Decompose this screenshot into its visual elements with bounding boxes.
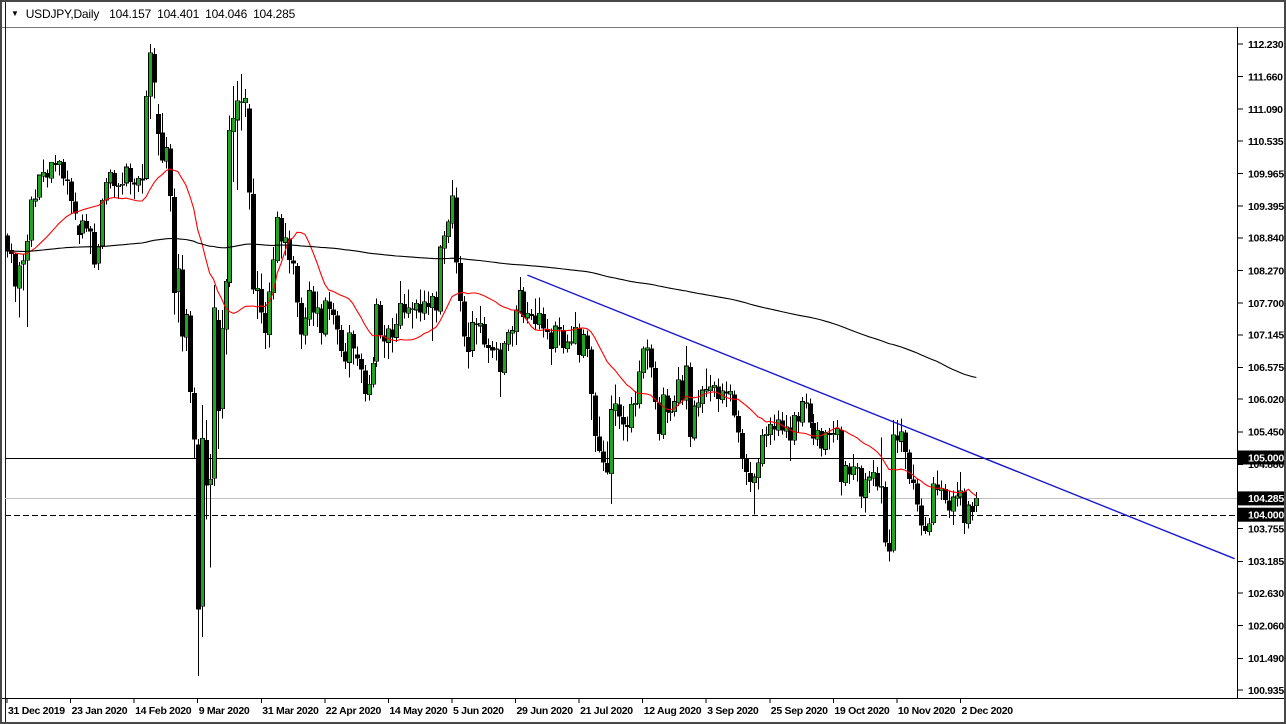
ohlc-open-value: 104.157 <box>109 7 152 21</box>
price-tick-label: 103.185 <box>1248 556 1284 568</box>
price-tick-label: 106.020 <box>1248 394 1284 406</box>
date-tick-label: 12 Aug 2020 <box>644 705 702 717</box>
price-tick-label: 108.840 <box>1248 233 1284 245</box>
price-tick-label: 111.660 <box>1248 71 1283 83</box>
ohlc-low-value: 104.046 <box>205 7 248 21</box>
date-tick-label: 29 Jun 2020 <box>517 705 574 717</box>
date-tick-label: 14 Feb 2020 <box>135 705 192 717</box>
date-tick-label: 31 Dec 2019 <box>8 705 65 717</box>
price-tick-label: 108.270 <box>1248 265 1284 277</box>
date-tick-label: 21 Jul 2020 <box>580 705 633 717</box>
price-tick-label: 112.230 <box>1248 39 1284 51</box>
date-tick-label: 22 Apr 2020 <box>326 705 382 717</box>
date-tick-label: 23 Jan 2020 <box>72 705 128 717</box>
date-tick-label: 31 Mar 2020 <box>262 705 319 717</box>
date-tick-label: 19 Oct 2020 <box>834 705 890 717</box>
date-tick-label: 2 Dec 2020 <box>962 705 1014 717</box>
date-tick-label: 14 May 2020 <box>389 705 447 717</box>
price-tick-label: 105.450 <box>1248 427 1284 439</box>
price-badge-label: 105.000 <box>1248 452 1284 464</box>
ohlc-close-value: 104.285 <box>253 7 296 21</box>
ohlc-high-value: 104.401 <box>157 7 200 21</box>
date-tick-label: 3 Sep 2020 <box>707 705 759 717</box>
date-tick-label: 5 Jun 2020 <box>453 705 504 717</box>
price-tick-label: 102.630 <box>1248 588 1284 600</box>
price-tick-label: 109.395 <box>1248 201 1284 213</box>
price-tick-label: 106.575 <box>1248 362 1284 374</box>
price-tick-label: 101.490 <box>1248 653 1284 665</box>
price-tick-label: 110.535 <box>1248 136 1284 148</box>
price-tick-label: 109.965 <box>1248 168 1284 180</box>
chart-titlebar: ▼ USDJPY,Daily 104.157 104.401 104.046 1… <box>11 7 301 21</box>
symbol-timeframe-label: USDJPY,Daily <box>25 7 100 21</box>
price-tick-label: 111.090 <box>1248 104 1283 116</box>
symbol-dropdown-icon[interactable]: ▼ <box>11 10 19 18</box>
date-tick-label: 25 Sep 2020 <box>771 705 828 717</box>
chart-canvas[interactable]: 112.230 111.660 111.090 110.535 109.965 109.3… <box>2 2 1284 722</box>
price-tick-label: 103.755 <box>1248 524 1284 536</box>
price-tick-label: 107.145 <box>1248 330 1284 342</box>
price-tick-label: 102.060 <box>1248 621 1284 633</box>
price-badge-label: 104.285 <box>1248 493 1284 505</box>
chart-window: 112.230 111.660 111.090 110.535 109.965 109.3… <box>0 0 1286 724</box>
date-tick-label: 9 Mar 2020 <box>199 705 250 717</box>
price-badge-label: 104.000 <box>1248 510 1284 522</box>
price-tick-label: 107.700 <box>1248 298 1284 310</box>
price-tick-label: 100.935 <box>1248 685 1284 697</box>
date-tick-label: 10 Nov 2020 <box>898 705 956 717</box>
